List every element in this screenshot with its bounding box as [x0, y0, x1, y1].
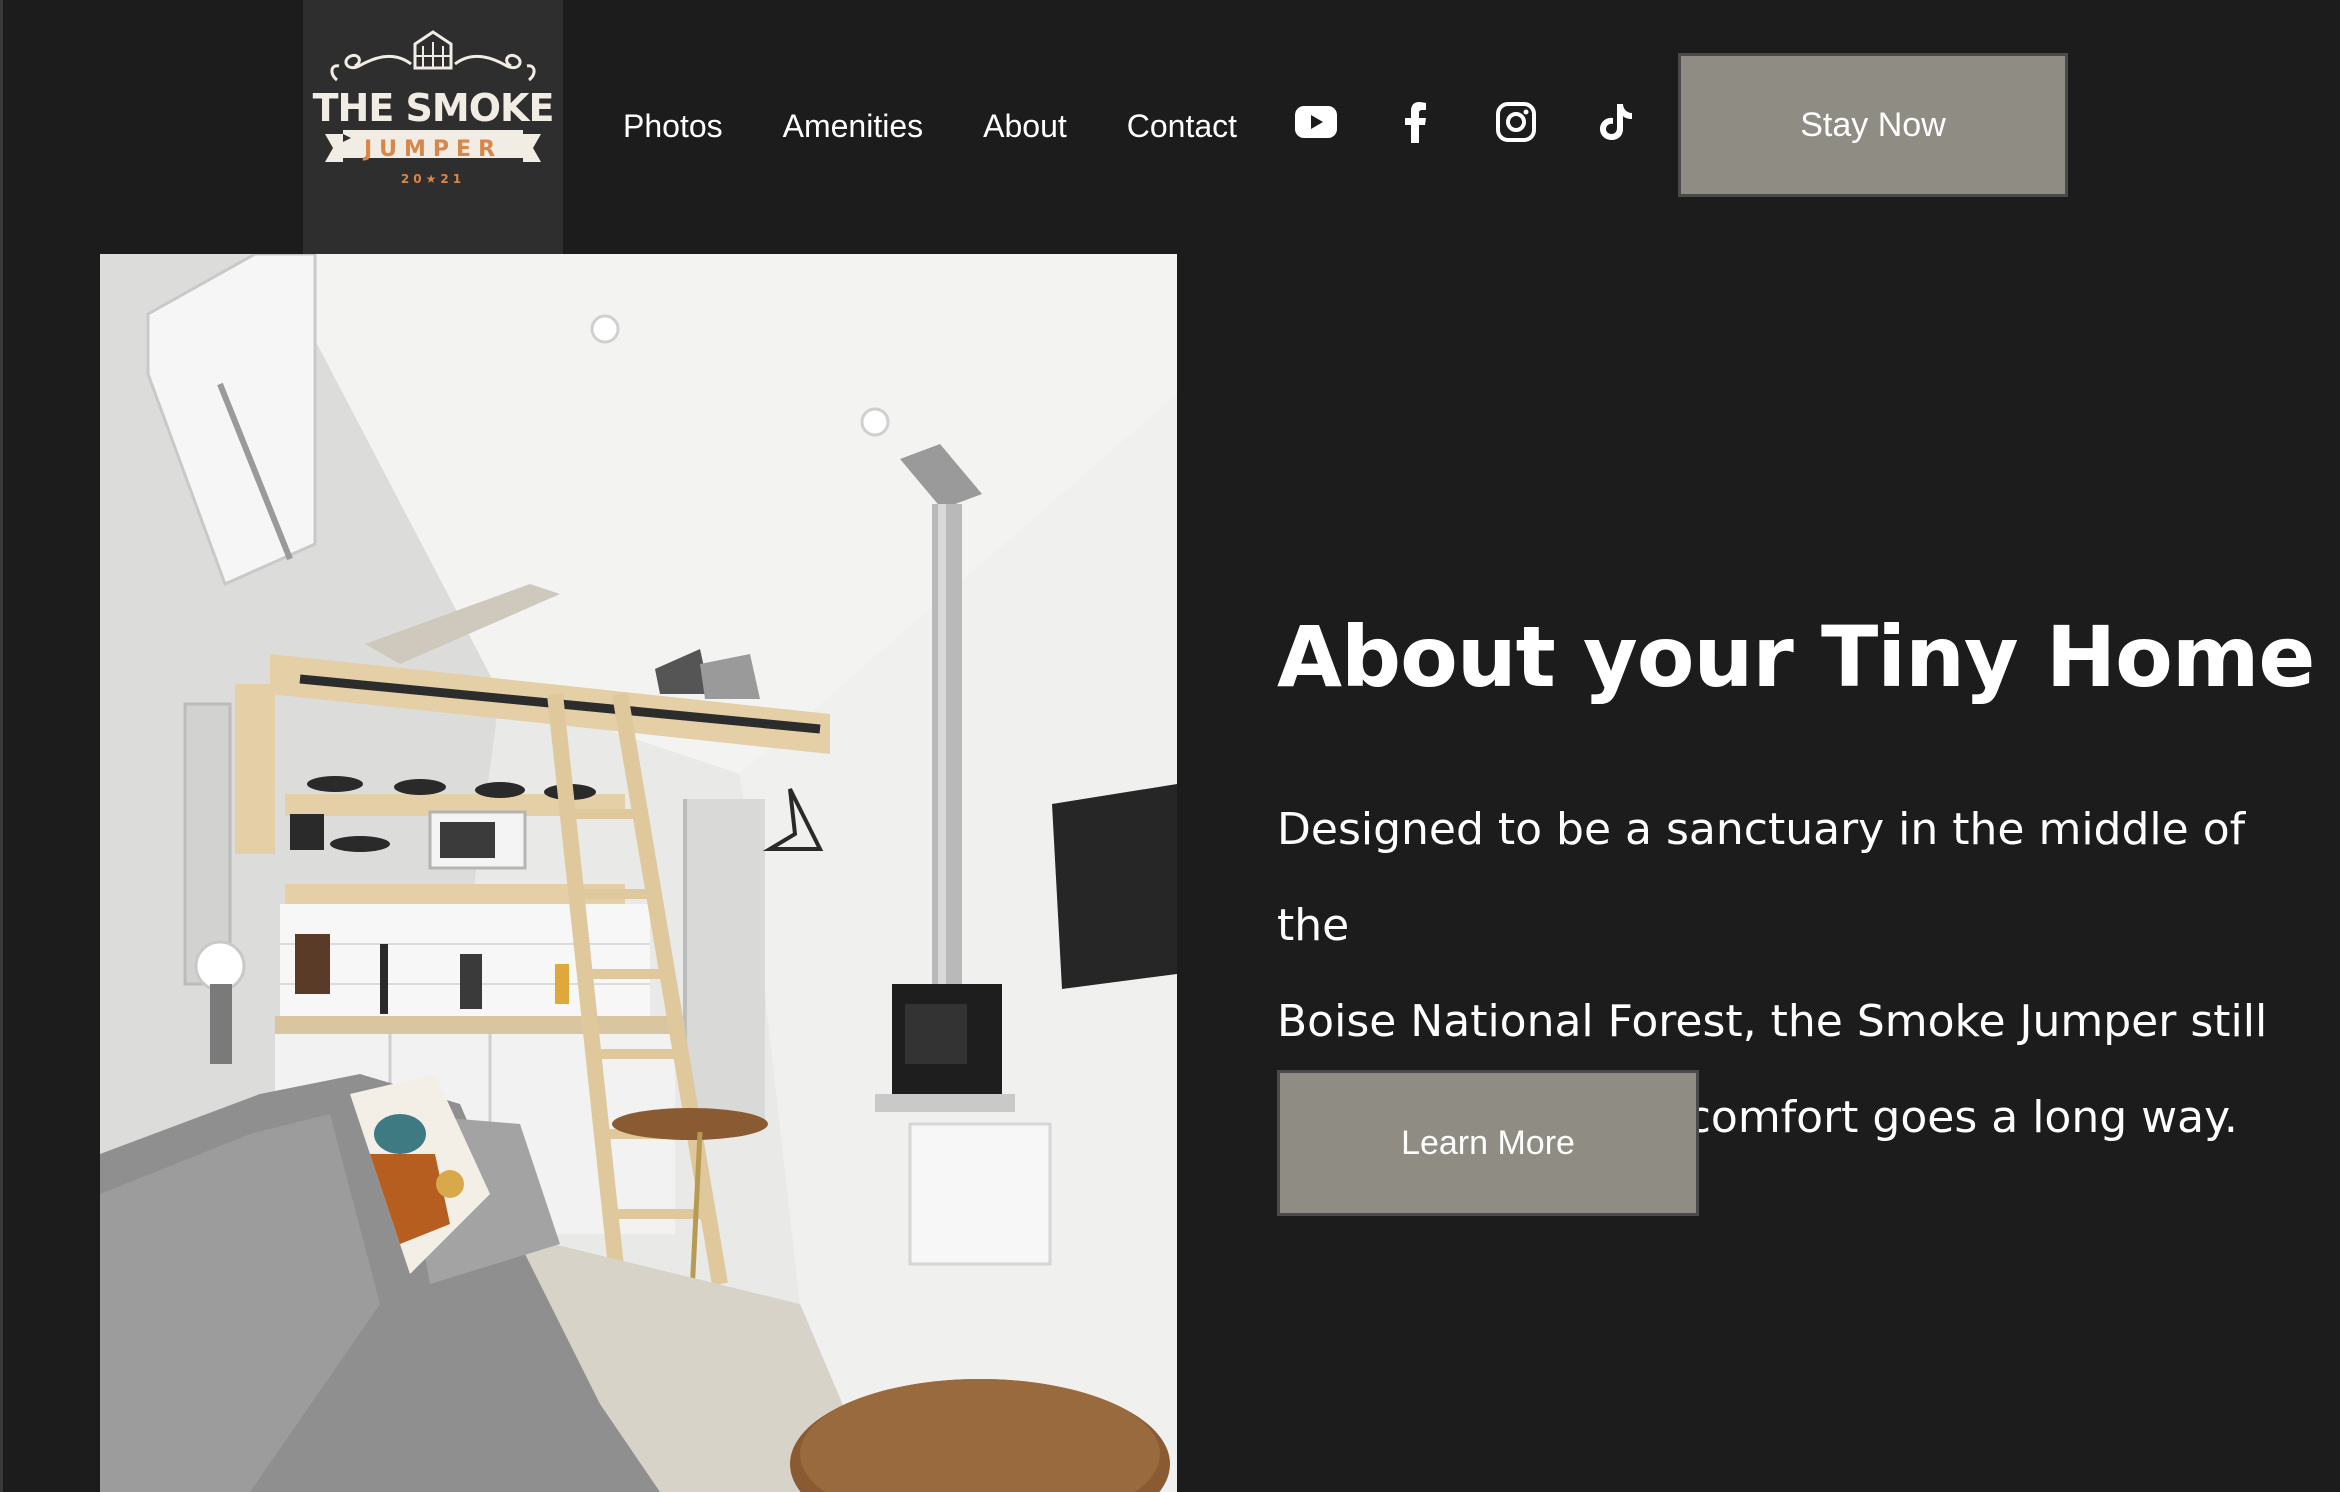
tiktok-icon[interactable] [1592, 98, 1640, 146]
learn-more-button[interactable]: Learn More [1277, 1070, 1699, 1216]
main-nav: Photos Amenities About Contact [623, 104, 1297, 148]
logo-title: THE SMOKE [312, 86, 555, 130]
site-logo[interactable]: THE SMOKE JUMPER 20★21 [303, 0, 563, 254]
window-edge [0, 0, 3, 1492]
about-description-line: Designed to be a sanctuary in the middle… [1277, 804, 2246, 951]
logo-subtitle: JUMPER [363, 137, 503, 162]
about-heading: About your Tiny Home [1277, 608, 2315, 706]
nav-link-contact[interactable]: Contact [1127, 108, 1237, 145]
stay-now-button[interactable]: Stay Now [1678, 53, 2068, 197]
nav-link-about[interactable]: About [983, 108, 1067, 145]
tiny-home-interior-photo [100, 254, 1177, 1492]
youtube-icon[interactable] [1292, 98, 1340, 146]
facebook-icon[interactable] [1392, 98, 1440, 146]
page: THE SMOKE JUMPER 20★21 Photos Amenities … [0, 0, 2340, 1492]
about-description-line: Boise National Forest, the Smoke Jumper … [1277, 996, 2268, 1047]
logo-year: 20★21 [400, 172, 466, 186]
nav-link-amenities[interactable]: Amenities [783, 108, 924, 145]
nav-link-photos[interactable]: Photos [623, 108, 723, 145]
instagram-icon[interactable] [1492, 98, 1540, 146]
